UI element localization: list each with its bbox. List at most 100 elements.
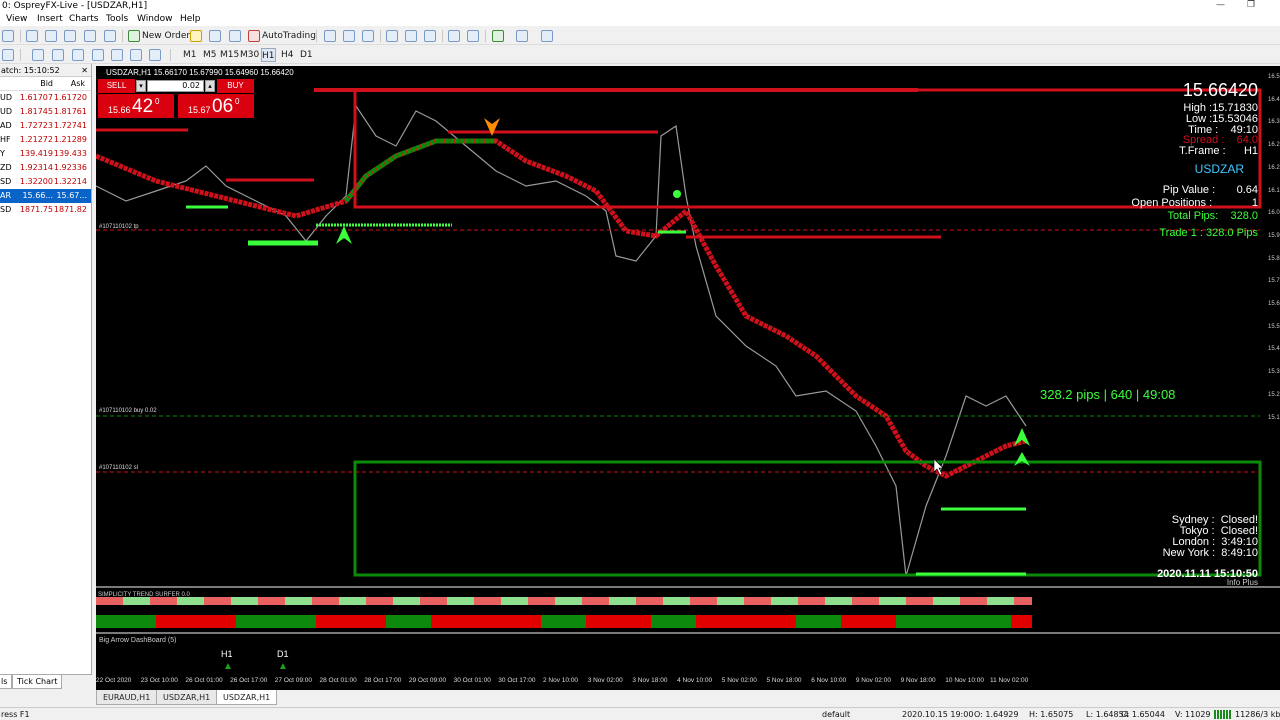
lot-size-input[interactable]: 0.02 bbox=[147, 80, 204, 92]
candlesticks-icon[interactable] bbox=[343, 30, 355, 42]
sell-button[interactable]: SELL bbox=[98, 79, 135, 93]
histogram-bar bbox=[330, 597, 339, 605]
fibo-icon[interactable] bbox=[92, 49, 104, 61]
tf-m5[interactable]: M5 bbox=[203, 48, 217, 62]
histogram-bar bbox=[303, 597, 312, 605]
minimize-button[interactable]: — bbox=[1216, 0, 1225, 10]
market-watch-row[interactable]: HF 1.21272 1.21289 bbox=[0, 133, 91, 147]
ask-column-header[interactable]: Ask bbox=[71, 77, 85, 91]
price-chart-canvas[interactable] bbox=[96, 66, 1280, 690]
new-order-button[interactable]: New Order bbox=[142, 29, 190, 43]
histogram-bar bbox=[429, 597, 438, 605]
total-pips-label: Total Pips: bbox=[1167, 210, 1219, 222]
menu-view[interactable]: View bbox=[6, 12, 27, 26]
tab-euraud-h1[interactable]: EURAUD,H1 bbox=[96, 690, 158, 705]
market-watch-columns: Bid Ask bbox=[0, 77, 91, 91]
histogram-bar bbox=[96, 615, 156, 628]
info-plus-label: Info Plus bbox=[1226, 578, 1258, 587]
label-icon[interactable] bbox=[130, 49, 142, 61]
menu-charts[interactable]: Charts bbox=[69, 12, 98, 26]
hline-icon[interactable] bbox=[32, 49, 44, 61]
close-icon[interactable]: ✕ bbox=[81, 64, 88, 77]
arrows-icon[interactable] bbox=[149, 49, 161, 61]
histogram-bar bbox=[357, 597, 366, 605]
metaeditor-icon[interactable] bbox=[190, 30, 202, 42]
tf-d1[interactable]: D1 bbox=[300, 48, 313, 62]
histogram-bar bbox=[841, 615, 896, 628]
navigator-icon[interactable] bbox=[84, 30, 96, 42]
market-watch-row[interactable]: AD 1.72723 1.72741 bbox=[0, 119, 91, 133]
trendline-icon[interactable] bbox=[52, 49, 64, 61]
autotrading-button[interactable]: AutoTrading bbox=[262, 29, 316, 43]
menu-bar: View Insert Charts Tools Window Help bbox=[0, 12, 1280, 26]
favorites-icon[interactable] bbox=[64, 30, 76, 42]
price-tick-label: 15.6 bbox=[1268, 301, 1280, 307]
market-watch-row[interactable]: SD 1871.75 1871.82 bbox=[0, 203, 91, 217]
histogram-bar bbox=[132, 597, 141, 605]
price-tick-label: 16.2 bbox=[1268, 164, 1280, 171]
timeframe-value: H1 bbox=[1243, 145, 1258, 157]
indicators-icon[interactable] bbox=[492, 30, 504, 42]
chart-window[interactable]: USDZAR,H1 15.66170 15.67990 15.64960 15.… bbox=[96, 66, 1280, 690]
market-watch-row[interactable]: UD 1.81745 1.81761 bbox=[0, 105, 91, 119]
channel-icon[interactable] bbox=[72, 49, 84, 61]
tf-h1[interactable]: H1 bbox=[261, 48, 276, 62]
zoom-in-icon[interactable] bbox=[386, 30, 398, 42]
histogram-bar bbox=[123, 597, 132, 605]
tab-usdzar-h1-active[interactable]: USDZAR,H1 bbox=[216, 690, 278, 705]
restore-button[interactable]: ❐ bbox=[1247, 0, 1255, 10]
lot-down-button[interactable]: ▾ bbox=[136, 80, 146, 92]
standard-toolbar: New Order AutoTrading bbox=[0, 27, 1280, 45]
lot-up-button[interactable]: ▴ bbox=[205, 80, 215, 92]
market-watch-row[interactable]: ZD 1.92314 1.92336 bbox=[0, 161, 91, 175]
new-chart-icon[interactable] bbox=[2, 30, 14, 42]
buy-button[interactable]: BUY bbox=[217, 79, 254, 93]
tf-m15[interactable]: M15 bbox=[220, 48, 239, 62]
chart-shift-icon[interactable] bbox=[448, 30, 460, 42]
histogram-bar bbox=[609, 597, 618, 605]
status-open: O: 1.64929 bbox=[974, 710, 1019, 719]
tab-tick-chart[interactable]: Tick Chart bbox=[12, 675, 63, 689]
trade-line: Trade 1 : 328.0 Pips bbox=[1159, 227, 1258, 239]
menu-window[interactable]: Window bbox=[137, 12, 173, 26]
tester-icon[interactable] bbox=[209, 30, 221, 42]
buy-price-button[interactable]: 15.67 06 0 bbox=[178, 94, 254, 118]
buy-price-big: 06 bbox=[212, 96, 234, 117]
price-tick-label: 16.4 bbox=[1268, 96, 1280, 103]
histogram-bar bbox=[1023, 597, 1032, 605]
market-watch-row[interactable]: AR 15.66... 15.67... bbox=[0, 189, 91, 203]
menu-tools[interactable]: Tools bbox=[106, 12, 128, 26]
line-chart-icon[interactable] bbox=[362, 30, 374, 42]
menu-help[interactable]: Help bbox=[180, 12, 201, 26]
histogram-bar bbox=[492, 597, 501, 605]
cursor-icon[interactable] bbox=[2, 49, 14, 61]
tf-m30[interactable]: M30 bbox=[240, 48, 259, 62]
bid-column-header[interactable]: Bid bbox=[40, 77, 53, 91]
periods-icon[interactable] bbox=[516, 30, 528, 42]
tab-usdzar-h1[interactable]: USDZAR,H1 bbox=[156, 690, 218, 705]
symbol-cell: SD bbox=[0, 205, 12, 214]
terminal-icon[interactable] bbox=[104, 30, 116, 42]
histogram-bar bbox=[339, 597, 348, 605]
time-tick-label: 9 Nov 18:00 bbox=[900, 677, 936, 684]
text-icon[interactable] bbox=[111, 49, 123, 61]
time-tick-label: 28 Oct 17:00 bbox=[364, 677, 402, 684]
templates-icon[interactable] bbox=[541, 30, 553, 42]
bar-chart-icon[interactable] bbox=[324, 30, 336, 42]
market-watch-row[interactable]: SD 1.32200 1.32214 bbox=[0, 175, 91, 189]
tf-m1[interactable]: M1 bbox=[183, 48, 197, 62]
tf-h4[interactable]: H4 bbox=[281, 48, 294, 62]
profiles-icon[interactable] bbox=[26, 30, 38, 42]
signals-icon[interactable] bbox=[229, 30, 241, 42]
autoscroll-icon[interactable] bbox=[467, 30, 479, 42]
crosshair-icon[interactable] bbox=[45, 30, 57, 42]
autotrading-icon[interactable] bbox=[248, 30, 260, 42]
menu-insert[interactable]: Insert bbox=[37, 12, 63, 26]
sell-price-button[interactable]: 15.66 42 0 bbox=[98, 94, 174, 118]
new-order-icon[interactable] bbox=[128, 30, 140, 42]
tile-windows-icon[interactable] bbox=[424, 30, 436, 42]
tab-symbols[interactable]: ls bbox=[0, 675, 13, 689]
market-watch-row[interactable]: UD 1.61707 1.61720 bbox=[0, 91, 91, 105]
zoom-out-icon[interactable] bbox=[405, 30, 417, 42]
market-watch-row[interactable]: Y 139.419 139.433 bbox=[0, 147, 91, 161]
